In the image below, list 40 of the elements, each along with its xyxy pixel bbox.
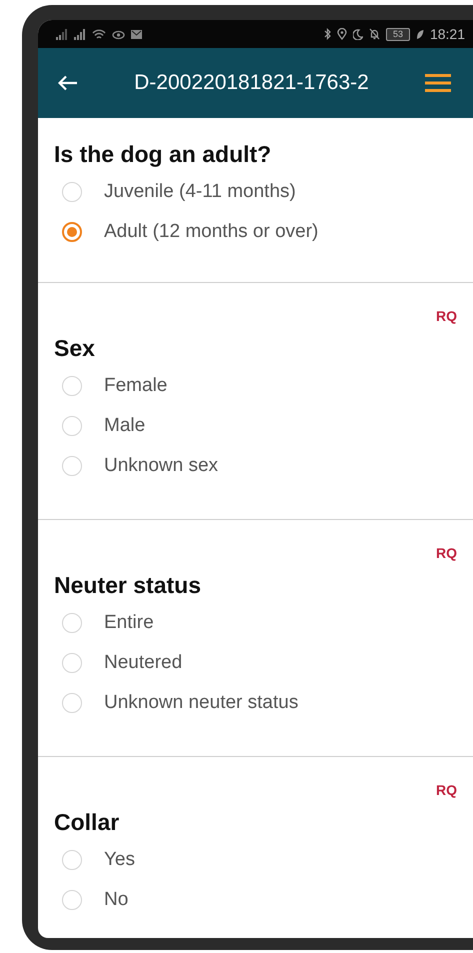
radio-button[interactable] bbox=[62, 890, 82, 910]
mail-icon bbox=[131, 30, 142, 38]
required-label: RQ bbox=[436, 545, 457, 563]
required-label: RQ bbox=[436, 308, 457, 326]
option-label: Neutered bbox=[104, 652, 182, 674]
question-title: Sex bbox=[54, 334, 96, 363]
record-title: D-200220181821-1763-2 bbox=[133, 71, 370, 95]
option-label: No bbox=[104, 889, 128, 911]
question-title: Is the dog an adult? bbox=[54, 140, 272, 169]
option-label: Juvenile (4-11 months) bbox=[104, 181, 296, 203]
leaf-icon bbox=[416, 28, 424, 40]
radio-button[interactable] bbox=[62, 416, 82, 436]
option-label: Yes bbox=[104, 849, 135, 871]
battery-icon: 53 bbox=[386, 28, 410, 40]
option-label: Adult (12 months or over) bbox=[104, 221, 318, 243]
signal-icon bbox=[56, 28, 68, 40]
radio-button[interactable] bbox=[62, 653, 82, 673]
radio-button[interactable] bbox=[62, 850, 82, 870]
question-title: Collar bbox=[54, 808, 120, 837]
radio-button[interactable] bbox=[62, 613, 82, 633]
required-label: RQ bbox=[436, 782, 457, 800]
option-label: Entire bbox=[104, 612, 154, 634]
bluetooth-icon bbox=[324, 28, 331, 40]
option-label: Unknown neuter status bbox=[104, 692, 298, 714]
signal-icon bbox=[74, 28, 86, 40]
radio-button[interactable] bbox=[62, 222, 82, 242]
radio-button[interactable] bbox=[62, 456, 82, 476]
question-title: Neuter status bbox=[54, 571, 202, 600]
radio-button[interactable] bbox=[62, 693, 82, 713]
option-label: Female bbox=[104, 375, 168, 397]
option-label: Male bbox=[104, 415, 146, 437]
moon-icon bbox=[352, 28, 363, 40]
location-icon bbox=[336, 28, 347, 40]
wifi-icon bbox=[92, 28, 106, 40]
radio-button[interactable] bbox=[62, 376, 82, 396]
radio-button[interactable] bbox=[62, 182, 82, 202]
status-time: 18:21 bbox=[430, 26, 465, 42]
bell-off-icon bbox=[368, 28, 380, 40]
option-label: Unknown sex bbox=[104, 455, 218, 477]
eye-icon bbox=[112, 28, 125, 40]
